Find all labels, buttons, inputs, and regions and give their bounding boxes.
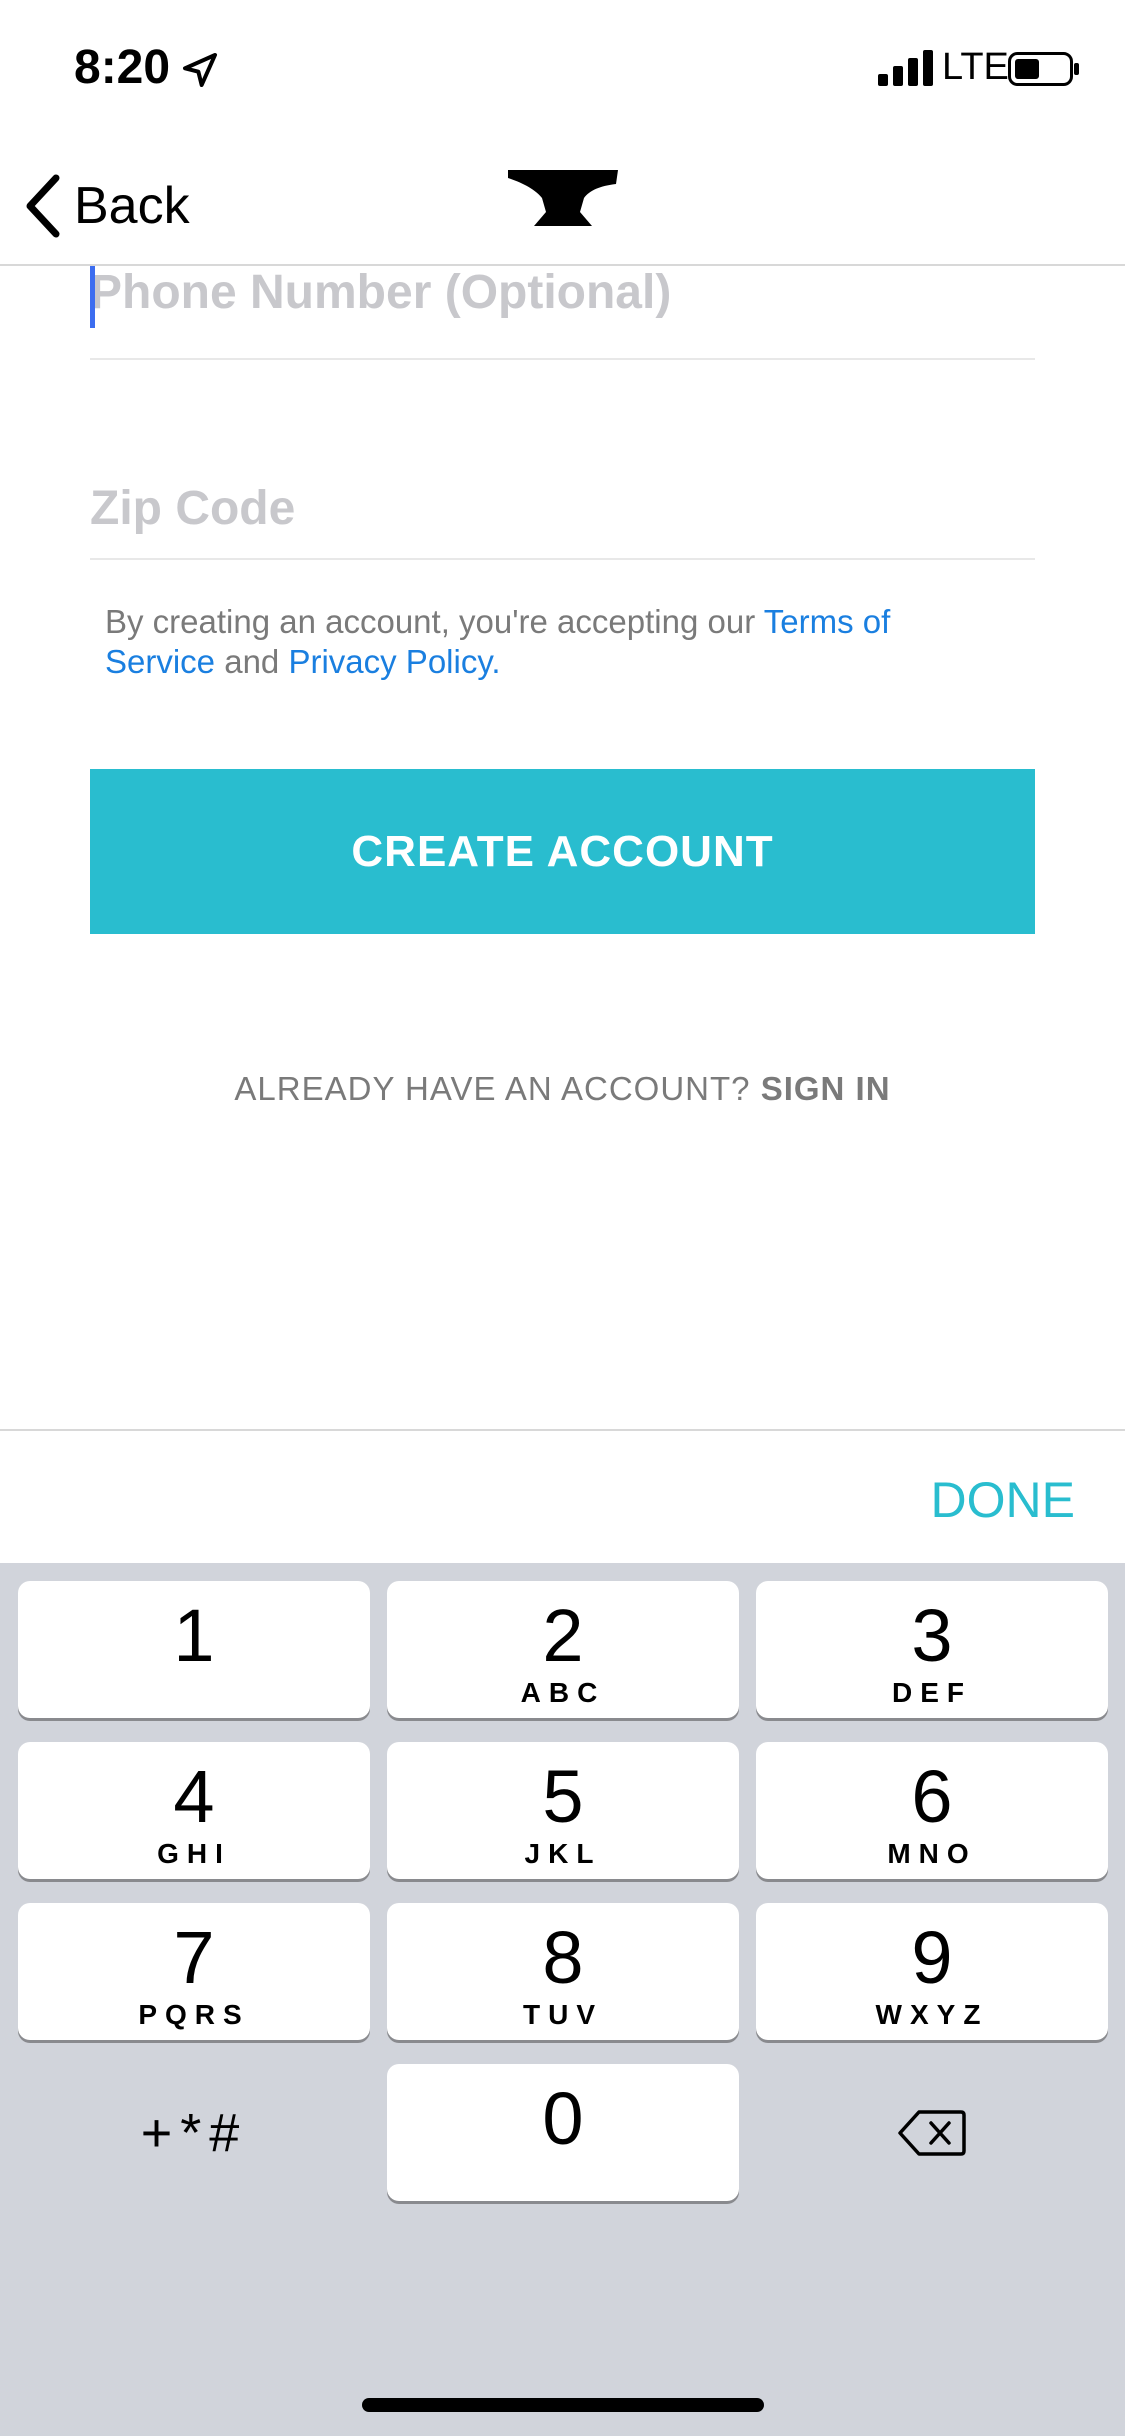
- keyboard-accessory-bar: DONE: [0, 1429, 1125, 1565]
- back-label: Back: [74, 177, 190, 235]
- key-3-digit: 3: [911, 1594, 953, 1677]
- terms-notice: By creating an account, you're accepting…: [105, 602, 1005, 682]
- status-time: 8:20: [74, 41, 171, 94]
- key-7-digit: 7: [173, 1916, 215, 1999]
- backspace-icon: [898, 2109, 966, 2156]
- key-9[interactable]: 9 WXYZ: [756, 1903, 1108, 2040]
- done-button[interactable]: DONE: [931, 1471, 1075, 1529]
- key-4-letters: GHI: [157, 1838, 231, 1869]
- key-3-letters: DEF: [892, 1677, 972, 1708]
- terms-middle-text: and: [215, 643, 289, 680]
- phone-number-field[interactable]: [90, 242, 1035, 360]
- key-1[interactable]: 1: [18, 1581, 370, 1718]
- cellular-signal-icon: [878, 50, 933, 86]
- key-2[interactable]: 2 ABC: [387, 1581, 739, 1718]
- sign-in-link[interactable]: SIGN IN: [761, 1070, 891, 1107]
- key-8-digit: 8: [542, 1916, 584, 1999]
- key-1-digit: 1: [173, 1594, 215, 1677]
- symbols-key[interactable]: +*#: [18, 2064, 370, 2201]
- key-7-letters: PQRS: [138, 1999, 250, 2030]
- key-5[interactable]: 5 JKL: [387, 1742, 739, 1879]
- terms-prefix-text: By creating an account, you're accepting…: [105, 603, 764, 640]
- key-4[interactable]: 4 GHI: [18, 1742, 370, 1879]
- key-6[interactable]: 6 MNO: [756, 1742, 1108, 1879]
- key-8-letters: TUV: [523, 1999, 603, 2030]
- sign-in-prompt-text: ALREADY HAVE AN ACCOUNT?: [234, 1070, 761, 1107]
- phone-number-input[interactable]: [90, 242, 1035, 342]
- key-2-letters: ABC: [520, 1677, 606, 1708]
- battery-icon: [1008, 52, 1079, 86]
- back-button[interactable]: Back: [22, 166, 190, 246]
- key-9-letters: WXYZ: [875, 1999, 989, 2030]
- chevron-left-icon: [26, 174, 60, 238]
- key-3[interactable]: 3 DEF: [756, 1581, 1108, 1718]
- privacy-policy-link[interactable]: Privacy Policy: [288, 643, 491, 680]
- key-5-digit: 5: [542, 1755, 584, 1838]
- key-8[interactable]: 8 TUV: [387, 1903, 739, 2040]
- key-2-digit: 2: [542, 1594, 584, 1677]
- key-4-digit: 4: [173, 1755, 215, 1838]
- zip-code-input[interactable]: [90, 458, 1035, 558]
- create-account-button[interactable]: CREATE ACCOUNT: [90, 769, 1035, 934]
- key-7[interactable]: 7 PQRS: [18, 1903, 370, 2040]
- sign-in-prompt: ALREADY HAVE AN ACCOUNT? SIGN IN: [0, 1070, 1125, 1108]
- anvil-logo-icon: [508, 170, 618, 226]
- terms-suffix-text: .: [491, 643, 501, 680]
- delete-key[interactable]: [756, 2064, 1108, 2201]
- zip-code-field[interactable]: [90, 458, 1035, 560]
- key-5-letters: JKL: [524, 1838, 602, 1869]
- location-arrow-icon: [183, 53, 217, 87]
- home-indicator[interactable]: [362, 2398, 764, 2412]
- key-0-digit: 0: [542, 2077, 584, 2160]
- key-9-digit: 9: [911, 1916, 953, 1999]
- key-6-digit: 6: [911, 1755, 953, 1838]
- key-6-letters: MNO: [887, 1838, 977, 1869]
- network-type-label: LTE: [942, 46, 1009, 88]
- text-cursor: [90, 266, 95, 328]
- number-pad-keyboard: 1 2 ABC 3 DEF 4 GHI 5 JKL 6 MNO 7 PQRS 8 TUV 9W…: [0, 1563, 1125, 2436]
- key-0[interactable]: 0: [387, 2064, 739, 2201]
